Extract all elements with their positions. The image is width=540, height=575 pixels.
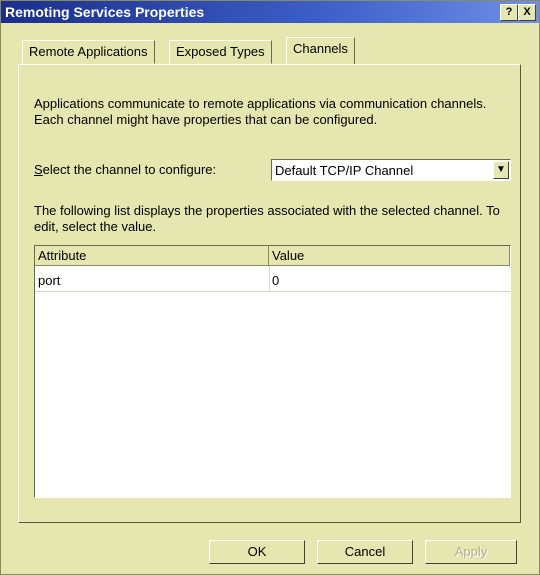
channel-select[interactable]: Default TCP/IP Channel ▼ bbox=[271, 159, 511, 181]
channel-select-value: Default TCP/IP Channel bbox=[275, 163, 414, 178]
cancel-button[interactable]: Cancel bbox=[317, 540, 413, 564]
row-value-cell[interactable]: 0 bbox=[269, 271, 510, 291]
ok-button[interactable]: OK bbox=[209, 540, 305, 564]
channel-select-label-text: elect the channel to configure: bbox=[42, 162, 217, 177]
title-bar[interactable]: Remoting Services Properties ? X bbox=[1, 1, 539, 23]
tab-remote-applications[interactable]: Remote Applications bbox=[22, 40, 155, 64]
properties-window: Remoting Services Properties ? X Remote … bbox=[0, 0, 540, 575]
tab-exposed-types[interactable]: Exposed Types bbox=[169, 40, 272, 64]
row-attribute-cell[interactable]: port bbox=[35, 271, 269, 291]
apply-button[interactable]: Apply bbox=[425, 540, 517, 564]
column-header-value[interactable]: Value bbox=[269, 246, 510, 266]
intro-text: Applications communicate to remote appli… bbox=[34, 96, 487, 127]
channel-select-label-mnemonic: S bbox=[34, 162, 43, 177]
tab-channels[interactable]: Channels bbox=[286, 37, 355, 64]
close-button[interactable]: X bbox=[518, 4, 536, 21]
column-header-attribute[interactable]: Attribute bbox=[35, 246, 269, 266]
channel-select-label: Select the channel to configure: bbox=[34, 162, 216, 177]
window-title: Remoting Services Properties bbox=[5, 4, 205, 20]
help-button[interactable]: ? bbox=[500, 4, 518, 21]
row-divider bbox=[35, 291, 510, 292]
chevron-down-icon[interactable]: ▼ bbox=[493, 161, 509, 179]
column-divider bbox=[269, 266, 270, 291]
list-description: The following list displays the properti… bbox=[34, 203, 500, 234]
property-list[interactable]: Attribute Value port 0 bbox=[34, 245, 511, 498]
